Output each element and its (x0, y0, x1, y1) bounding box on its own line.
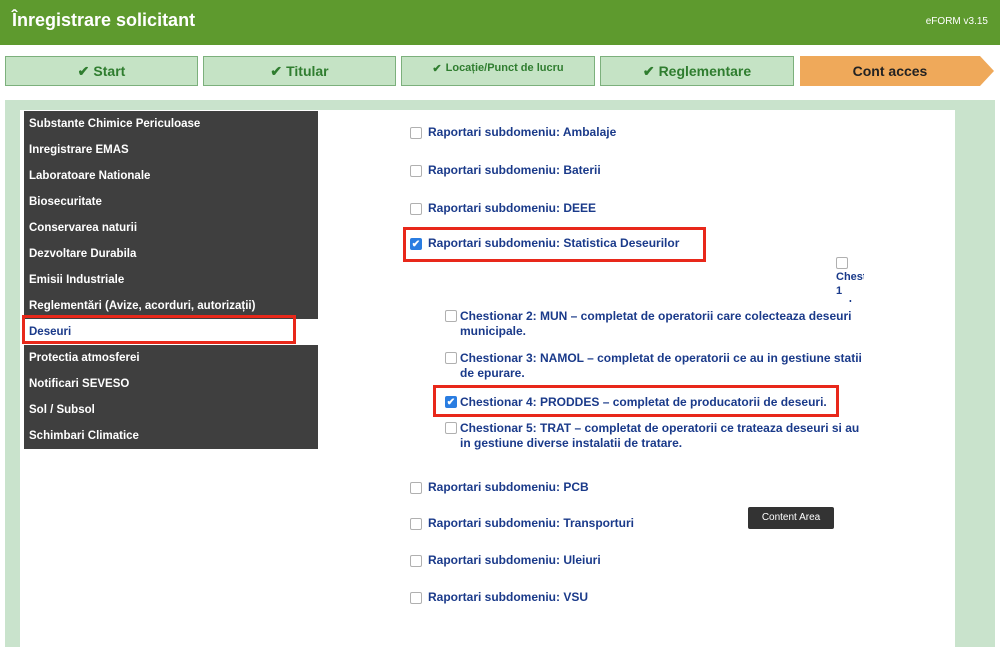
statistica-highlight (403, 227, 706, 262)
clipped-label: Chestionar 1 colec (836, 271, 864, 302)
page-title: Înregistrare solicitant (12, 10, 196, 30)
step-start[interactable]: ✔ Start (5, 56, 198, 86)
option-label: Raportari subdomeniu: Ambalaje (428, 125, 617, 139)
sidebar: Substante Chimice Periculoase Inregistra… (24, 111, 318, 449)
checkbox[interactable] (410, 126, 422, 139)
option-label: Raportari subdomeniu: Transporturi (428, 516, 635, 530)
sidebar-item-dezvoltare[interactable]: Dezvoltare Durabila (24, 241, 318, 267)
sidebar-item-emisii[interactable]: Emisii Industriale (24, 267, 318, 293)
checkmark-icon: ✔ (642, 62, 655, 79)
option-label: Chestionar 3: NAMOL – completat de opera… (460, 351, 862, 380)
step-label: Cont acces (852, 63, 928, 79)
option-label: Raportari subdomeniu: DEEE (428, 201, 597, 215)
checkbox[interactable] (410, 554, 422, 567)
wizard-steps: ✔ Start ✔ Titular ✔ Locație/Punct de luc… (0, 45, 1000, 95)
sidebar-item-climatice[interactable]: Schimbari Climatice (24, 423, 318, 449)
option-label: Chestionar 5: TRAT – completat de operat… (460, 421, 860, 450)
step-label: Locație/Punct de lucru (445, 62, 564, 74)
app-header: Înregistrare solicitant eFORM v3.15 (0, 0, 1000, 45)
option-transporturi[interactable]: Raportari subdomeniu: Transporturi (410, 516, 634, 530)
option-baterii[interactable]: Raportari subdomeniu: Baterii (410, 163, 601, 177)
step-titular[interactable]: ✔ Titular (203, 56, 396, 86)
option-label: Raportari subdomeniu: Uleiuri (428, 553, 601, 567)
step-cont-acces[interactable]: Cont acces (800, 56, 980, 86)
deseuri-highlight (22, 315, 296, 344)
checkbox[interactable] (836, 257, 848, 269)
version-label: eFORM v3.15 (925, 16, 988, 27)
sidebar-item-emas[interactable]: Inregistrare EMAS (24, 137, 318, 163)
option-label: Raportari subdomeniu: VSU (428, 590, 589, 604)
sidebar-item-protectia[interactable]: Protectia atmosferei (24, 345, 318, 371)
step-label: Reglementare (658, 63, 752, 79)
step-label: Start (93, 63, 126, 79)
option-uleiuri[interactable]: Raportari subdomeniu: Uleiuri (410, 553, 601, 567)
checkmark-icon: ✔ (77, 62, 90, 79)
option-chestionar-2[interactable]: Chestionar 2: MUN – completat de operato… (445, 309, 875, 343)
checkmark-icon: ✔ (432, 63, 442, 75)
step-reglementare[interactable]: ✔ Reglementare (600, 56, 794, 86)
checkmark-icon: ✔ (270, 62, 283, 79)
sidebar-item-biosecuritate[interactable]: Biosecuritate (24, 189, 318, 215)
option-label: Raportari subdomeniu: Baterii (428, 163, 601, 177)
checkbox[interactable] (410, 202, 422, 215)
content-area-tooltip: Content Area (748, 507, 834, 529)
option-ambalaje[interactable]: Raportari subdomeniu: Ambalaje (410, 125, 616, 139)
option-pcb[interactable]: Raportari subdomeniu: PCB (410, 480, 589, 494)
option-label: Chestionar 2: MUN – completat de operato… (460, 309, 852, 338)
sidebar-item-conservarea[interactable]: Conservarea naturii (24, 215, 318, 241)
option-vsu[interactable]: Raportari subdomeniu: VSU (410, 590, 588, 604)
option-chestionar-5[interactable]: Chestionar 5: TRAT – completat de operat… (445, 421, 875, 455)
option-label: Raportari subdomeniu: PCB (428, 480, 589, 494)
step-label: Titular (286, 63, 329, 79)
step-arrow-icon (980, 56, 994, 86)
sidebar-item-laboratoare[interactable]: Laboratoare Nationale (24, 163, 318, 189)
option-chestionar-3[interactable]: Chestionar 3: NAMOL – completat de opera… (445, 351, 875, 385)
sidebar-item-sol[interactable]: Sol / Subsol (24, 397, 318, 423)
sidebar-item-substante[interactable]: Substante Chimice Periculoase (24, 111, 318, 137)
checkbox[interactable] (410, 517, 422, 530)
sidebar-item-seveso[interactable]: Notificari SEVESO (24, 371, 318, 397)
checkbox[interactable] (445, 352, 457, 364)
step-locatie[interactable]: ✔ Locație/Punct de lucru (401, 56, 595, 86)
checkbox[interactable] (445, 422, 457, 434)
checkbox[interactable] (410, 481, 422, 494)
chestionar-4-highlight (433, 385, 839, 417)
checkbox[interactable] (445, 310, 457, 322)
checkbox[interactable] (410, 591, 422, 604)
chestionar-1-clipped[interactable]: Chestionar 1 colec (836, 257, 864, 302)
option-deee[interactable]: Raportari subdomeniu: DEEE (410, 201, 596, 215)
checkbox[interactable] (410, 164, 422, 177)
